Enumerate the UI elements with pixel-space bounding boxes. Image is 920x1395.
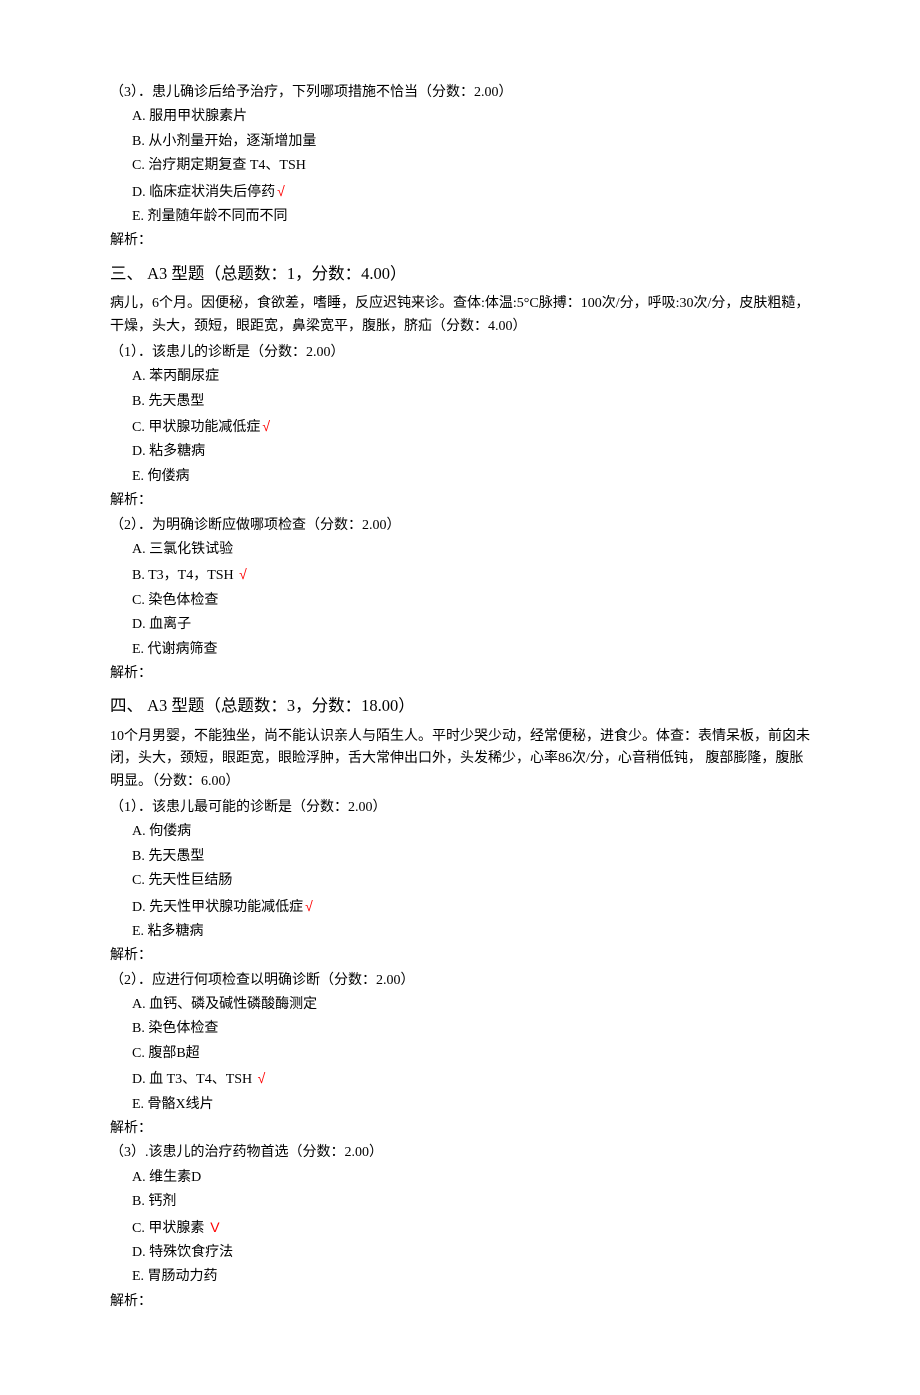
option-e: E. 代谢病筛查 <box>132 639 810 661</box>
section-4-header: 四、 A3 型题（总题数：3，分数：18.00） <box>110 693 810 719</box>
option-c: C. 先天性巨结肠 <box>132 870 810 892</box>
option-d: D. 先天性甲状腺功能减低症√ <box>132 895 810 919</box>
option-c-text: C. 甲状腺功能减低症 <box>132 420 260 435</box>
option-c: C. 染色体检查 <box>132 590 810 612</box>
option-a: A. 血钙、磷及碱性磷酸酶测定 <box>132 994 810 1016</box>
option-d: D. 血离子 <box>132 614 810 636</box>
option-d: D. 特殊饮食疗法 <box>132 1242 810 1264</box>
option-c: C. 治疗期定期复查 T4、TSH <box>132 155 810 177</box>
case-description: 病儿，6个月。因便秘，食欲差，嗜睡，反应迟钝来诊。查体:体温:5°C脉搏：100… <box>110 293 810 338</box>
option-e: E. 佝偻病 <box>132 466 810 488</box>
question-header: （3）．患儿确诊后给予治疗，下列哪项措施不恰当（分数：2.00） <box>110 82 810 104</box>
analysis-label: 解析： <box>110 490 810 512</box>
option-e: E. 骨骼X线片 <box>132 1094 810 1116</box>
correct-mark-icon: V <box>206 1219 219 1235</box>
option-d-text: D. 临床症状消失后停药 <box>132 185 275 200</box>
option-b: B. 先天愚型 <box>132 391 810 413</box>
option-a: A. 三氯化铁试验 <box>132 539 810 561</box>
case-description: 10个月男婴，不能独坐，尚不能认识亲人与陌生人。平时少哭少动，经常便秘，进食少。… <box>110 726 810 793</box>
question-header: （3）.该患儿的治疗药物首选（分数：2.00） <box>110 1142 810 1164</box>
option-e: E. 粘多糖病 <box>132 921 810 943</box>
option-e: E. 剂量随年龄不同而不同 <box>132 206 810 228</box>
question-header: （1）．该患儿的诊断是（分数：2.00） <box>110 342 810 364</box>
question-header: （2）．为明确诊断应做哪项检查（分数：2.00） <box>110 515 810 537</box>
option-a: A. 苯丙酮尿症 <box>132 366 810 388</box>
analysis-label: 解析： <box>110 663 810 685</box>
correct-mark-icon: √ <box>277 183 285 199</box>
option-a: A. 佝偻病 <box>132 821 810 843</box>
question-header: （1）．该患儿最可能的诊断是（分数：2.00） <box>110 797 810 819</box>
option-b: B. 从小剂量开始，逐渐增加量 <box>132 131 810 153</box>
option-c: C. 甲状腺功能减低症√ <box>132 415 810 439</box>
correct-mark-icon: √ <box>239 566 247 582</box>
option-c-text: C. 甲状腺素 <box>132 1221 204 1236</box>
option-c: C. 甲状腺素 V <box>132 1216 810 1240</box>
option-b: B. 先天愚型 <box>132 846 810 868</box>
option-b-text: B. T3，T4，TSH <box>132 568 237 583</box>
option-b: B. 钙剂 <box>132 1191 810 1213</box>
analysis-label: 解析： <box>110 230 810 252</box>
question-header: （2）．应进行何项检查以明确诊断（分数：2.00） <box>110 970 810 992</box>
option-d: D. 粘多糖病 <box>132 441 810 463</box>
option-b: B. T3，T4，TSH √ <box>132 563 810 587</box>
option-b: B. 染色体检查 <box>132 1018 810 1040</box>
analysis-label: 解析： <box>110 1118 810 1140</box>
option-c: C. 腹部B超 <box>132 1043 810 1065</box>
analysis-label: 解析： <box>110 945 810 967</box>
correct-mark-icon: √ <box>258 1070 266 1086</box>
option-d-text: D. 血 T3、T4、TSH <box>132 1072 256 1087</box>
option-d-text: D. 先天性甲状腺功能减低症 <box>132 900 303 915</box>
option-d: D. 临床症状消失后停药√ <box>132 180 810 204</box>
option-d: D. 血 T3、T4、TSH √ <box>132 1067 810 1091</box>
correct-mark-icon: √ <box>305 898 313 914</box>
option-a: A. 服用甲状腺素片 <box>132 106 810 128</box>
option-a: A. 维生素D <box>132 1167 810 1189</box>
option-e: E. 胃肠动力药 <box>132 1266 810 1288</box>
correct-mark-icon: √ <box>262 418 270 434</box>
section-3-header: 三、 A3 型题（总题数：1，分数：4.00） <box>110 261 810 287</box>
